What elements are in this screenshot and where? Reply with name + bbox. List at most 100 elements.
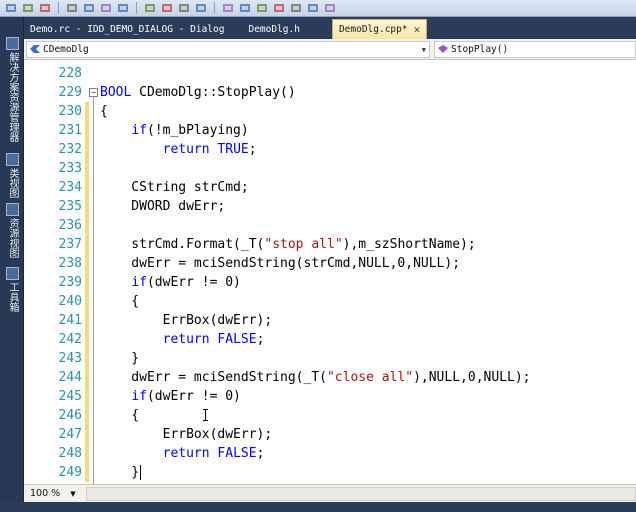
- close-icon[interactable]: ✕: [414, 23, 421, 36]
- tab-label: DemoDlg.cpp*: [338, 24, 408, 35]
- toolbox-icon: [5, 267, 19, 280]
- toolbar-icon-15[interactable]: [272, 2, 286, 14]
- code-line[interactable]: 238 dwErr = mciSendString(strCmd,NULL,0,…: [24, 254, 636, 273]
- code-line[interactable]: 232 return TRUE;: [24, 140, 636, 159]
- code-line[interactable]: 240 {: [24, 292, 636, 311]
- line-number: 238: [58, 256, 82, 271]
- text-caret: [140, 465, 142, 480]
- side-panel: 解决方案资源管理器 类视图 资源视图 工具箱: [0, 17, 24, 512]
- code-line[interactable]: 228: [24, 64, 636, 83]
- code-line[interactable]: 249 }: [24, 463, 636, 482]
- code-text: return TRUE;: [162, 142, 257, 157]
- code-text: {: [100, 408, 140, 423]
- side-tab-solution-explorer[interactable]: 解决方案资源管理器: [3, 37, 21, 142]
- class-scope-value: CDemoDlg: [43, 43, 89, 55]
- code-text: if(!m_bPlaying): [131, 123, 249, 138]
- code-line[interactable]: 236: [24, 216, 636, 235]
- editor-bottom-bar: 100 % ▼: [24, 484, 636, 502]
- code-line[interactable]: 230 {: [24, 102, 636, 121]
- code-line[interactable]: 248 return FALSE;: [24, 444, 636, 463]
- change-indicator: [85, 311, 89, 330]
- change-indicator: [85, 349, 89, 368]
- code-line[interactable]: 234 CString strCmd;: [24, 178, 636, 197]
- line-number: 246: [58, 408, 82, 423]
- toolbar-icon-10[interactable]: [177, 2, 191, 14]
- horizontal-scrollbar[interactable]: [85, 486, 636, 501]
- change-indicator: [85, 387, 89, 406]
- side-tab-resource-view[interactable]: 资源视图: [3, 203, 21, 258]
- code-line[interactable]: 235 DWORD dwErr;: [24, 197, 636, 216]
- zoom-dropdown[interactable]: 100 % ▼: [24, 488, 76, 499]
- tab-demodlg-cpp[interactable]: DemoDlg.cpp* ✕: [331, 19, 428, 39]
- line-number: 236: [58, 218, 82, 233]
- toolbar-icon-8[interactable]: [143, 2, 157, 14]
- navigation-bar: CDemoDlg ▼ StopPlay(): [24, 39, 636, 60]
- mouse-ibeam-icon: [203, 409, 208, 421]
- code-line[interactable]: 241 ErrBox(dwErr);: [24, 311, 636, 330]
- toolbar-icon-7[interactable]: [116, 2, 130, 14]
- toolbar-icon-4[interactable]: [65, 2, 79, 14]
- toolbar-icon-11[interactable]: [194, 2, 208, 14]
- toolbar-separator: [214, 2, 215, 14]
- code-line[interactable]: 246 {: [24, 406, 636, 425]
- toolbar-icon-17[interactable]: [306, 2, 320, 14]
- chevron-down-icon: ▼: [70, 489, 76, 498]
- code-line[interactable]: 231 if(!m_bPlaying): [24, 121, 636, 140]
- change-indicator: [85, 425, 89, 444]
- tab-label: DemoDlg.h: [248, 23, 300, 35]
- toolbar-icon-2[interactable]: [21, 2, 35, 14]
- code-text: return FALSE;: [162, 446, 265, 461]
- change-indicator: [85, 273, 89, 292]
- change-indicator: [85, 444, 89, 463]
- side-tab-toolbox[interactable]: 工具箱: [3, 267, 21, 312]
- code-editor[interactable]: 228 229− BOOL CDemoDlg::StopPlay() 230{231 …: [24, 60, 636, 484]
- toolbar-separator: [136, 2, 137, 14]
- code-line[interactable]: 239 if(dwErr != 0): [24, 273, 636, 292]
- code-line[interactable]: 242 return FALSE;: [24, 330, 636, 349]
- toolbar-icon-1[interactable]: [4, 2, 18, 14]
- toolbar: [0, 0, 636, 17]
- toolbar-icon-5[interactable]: [82, 2, 96, 14]
- change-indicator: [85, 463, 89, 482]
- class-scope-dropdown[interactable]: CDemoDlg ▼: [26, 40, 430, 58]
- line-number: 239: [58, 275, 82, 290]
- tab-demodlg-h[interactable]: DemoDlg.h: [242, 19, 305, 39]
- member-dropdown[interactable]: StopPlay(): [434, 40, 636, 58]
- code-line[interactable]: 229− BOOL CDemoDlg::StopPlay(): [24, 83, 636, 102]
- toolbar-icon-6[interactable]: [99, 2, 113, 14]
- tab-demo-rc[interactable]: Demo.rc - IDD_DEMO_DIALOG - Dialog: [24, 19, 230, 39]
- code-line[interactable]: 243 }: [24, 349, 636, 368]
- change-indicator: [85, 254, 89, 273]
- toolbar-icon-13[interactable]: [238, 2, 252, 14]
- side-tab-class-view[interactable]: 类视图: [3, 153, 21, 198]
- line-number: 249: [58, 465, 82, 480]
- toolbar-icon-18[interactable]: [323, 2, 337, 14]
- code-text: dwErr = mciSendString(strCmd,NULL,0,NULL…: [100, 256, 461, 271]
- toolbar-icon-14[interactable]: [255, 2, 269, 14]
- code-text: }: [100, 465, 142, 480]
- change-indicator: [85, 216, 89, 235]
- code-line[interactable]: 244 dwErr = mciSendString(_T("close all"…: [24, 368, 636, 387]
- code-line[interactable]: 245 if(dwErr != 0): [24, 387, 636, 406]
- toolbar-icon-16[interactable]: [289, 2, 303, 14]
- toolbar-icon-12[interactable]: [221, 2, 235, 14]
- code-text: dwErr = mciSendString(_T("close all"),NU…: [100, 370, 531, 385]
- solution-explorer-icon: [5, 37, 19, 50]
- toolbar-icon-3[interactable]: [38, 2, 52, 14]
- change-indicator: [85, 197, 89, 216]
- code-line[interactable]: 237 strCmd.Format(_T("stop all"),m_szSho…: [24, 235, 636, 254]
- document-tabs: Demo.rc - IDD_DEMO_DIALOG - Dialog DemoD…: [24, 17, 636, 39]
- line-number: 241: [58, 313, 82, 328]
- line-number: 231: [58, 123, 82, 138]
- code-text: DWORD dwErr;: [100, 199, 226, 214]
- code-text: return FALSE;: [162, 332, 265, 347]
- change-indicator: [85, 140, 89, 159]
- toolbar-separator: [58, 2, 59, 14]
- code-line[interactable]: 233: [24, 159, 636, 178]
- code-text: if(dwErr != 0): [131, 389, 241, 404]
- collapse-icon[interactable]: −: [89, 88, 98, 97]
- line-number: 240: [58, 294, 82, 309]
- toolbar-icon-9[interactable]: [160, 2, 174, 14]
- code-line[interactable]: 247 ErrBox(dwErr);: [24, 425, 636, 444]
- line-number: 245: [58, 389, 82, 404]
